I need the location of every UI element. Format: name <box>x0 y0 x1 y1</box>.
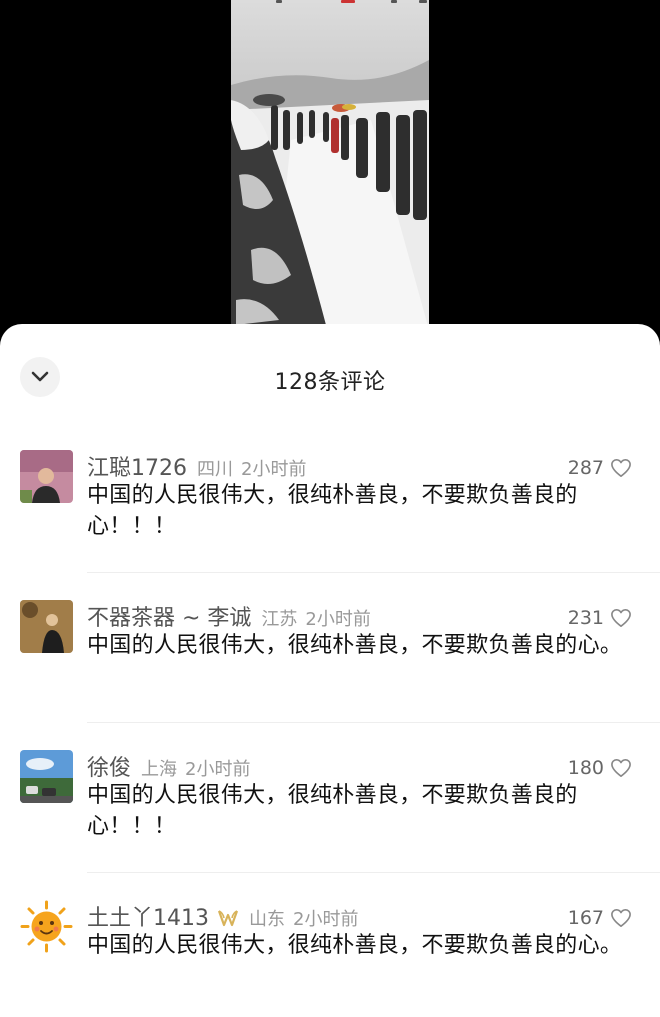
timestamp: 2小时前 <box>305 609 371 630</box>
username[interactable]: 不器茶器 ~ 李诚 <box>87 600 251 632</box>
like-count: 180 <box>567 757 604 779</box>
location: 上海 <box>141 759 178 780</box>
video-player[interactable] <box>0 0 660 340</box>
comment-item[interactable]: 土土丫1413 山东 2小时前 167 中国的人民很伟大，很纯朴善良，不要欺负善… <box>0 895 660 1017</box>
comment-text: 中国的人民很伟大，很纯朴善良，不要欺负善良的心。 <box>87 933 623 958</box>
comment-header: 江聪1726 四川 2小时前 <box>87 450 307 482</box>
avatar[interactable] <box>20 750 73 803</box>
heart-icon <box>611 609 631 627</box>
divider <box>87 722 660 723</box>
avatar[interactable] <box>20 450 73 503</box>
status-bar <box>231 0 429 6</box>
heart-icon <box>611 909 631 927</box>
comment-header: 徐俊 上海 2小时前 <box>87 750 251 782</box>
heart-icon <box>611 459 631 477</box>
status-icon <box>341 0 355 3</box>
comment-header: 不器茶器 ~ 李诚 江苏 2小时前 <box>87 600 371 632</box>
avatar-image <box>20 750 73 803</box>
like-button[interactable]: 167 <box>568 907 632 929</box>
divider <box>87 572 660 573</box>
location: 江苏 <box>261 609 298 630</box>
comment-text: 中国的人民很伟大，很纯朴善良，不要欺负善良的心！！！ <box>87 483 578 539</box>
vip-badge-icon <box>217 909 239 931</box>
like-button[interactable]: 231 <box>568 607 632 629</box>
timestamp: 2小时前 <box>293 909 359 930</box>
heart-icon <box>611 759 631 777</box>
comment-text: 中国的人民很伟大，很纯朴善良，不要欺负善良的心。 <box>87 633 623 658</box>
comment-sheet: 128条评论 江聪1726 四川 2小时前 287 中国的人民很伟大，很纯朴善良… <box>0 324 660 1017</box>
comment-item[interactable]: 江聪1726 四川 2小时前 287 中国的人民很伟大，很纯朴善良，不要欺负善良… <box>0 445 660 575</box>
like-button[interactable]: 180 <box>568 757 632 779</box>
location: 四川 <box>197 459 233 480</box>
sun-face-icon <box>20 900 73 953</box>
username[interactable]: 土土丫1413 <box>87 900 209 932</box>
divider <box>87 872 660 873</box>
like-button[interactable]: 287 <box>568 457 632 479</box>
avatar-image <box>20 450 73 503</box>
video-scene-image <box>231 0 429 325</box>
like-count: 231 <box>567 607 604 629</box>
like-count: 287 <box>567 457 604 479</box>
comment-item[interactable]: 徐俊 上海 2小时前 180 中国的人民很伟大，很纯朴善良，不要欺负善良的心！！… <box>0 745 660 875</box>
username[interactable]: 江聪1726 <box>87 450 187 482</box>
avatar-image <box>20 600 73 653</box>
comment-count-title: 128条评论 <box>274 370 386 395</box>
status-icon <box>276 0 282 3</box>
location: 山东 <box>249 909 285 930</box>
comment-text: 中国的人民很伟大，很纯朴善良，不要欺负善良的心！！！ <box>87 783 578 839</box>
avatar[interactable] <box>20 900 73 953</box>
timestamp: 2小时前 <box>241 459 307 480</box>
status-icon <box>419 0 427 3</box>
like-count: 167 <box>567 907 604 929</box>
video-frame-snowy-road[interactable] <box>231 0 429 325</box>
comment-header: 土土丫1413 山东 2小时前 <box>87 900 359 932</box>
status-icon <box>391 0 397 3</box>
comment-item[interactable]: 不器茶器 ~ 李诚 江苏 2小时前 231 中国的人民很伟大，很纯朴善良，不要欺… <box>0 595 660 725</box>
timestamp: 2小时前 <box>185 759 251 780</box>
username[interactable]: 徐俊 <box>87 750 131 782</box>
avatar[interactable] <box>20 600 73 653</box>
